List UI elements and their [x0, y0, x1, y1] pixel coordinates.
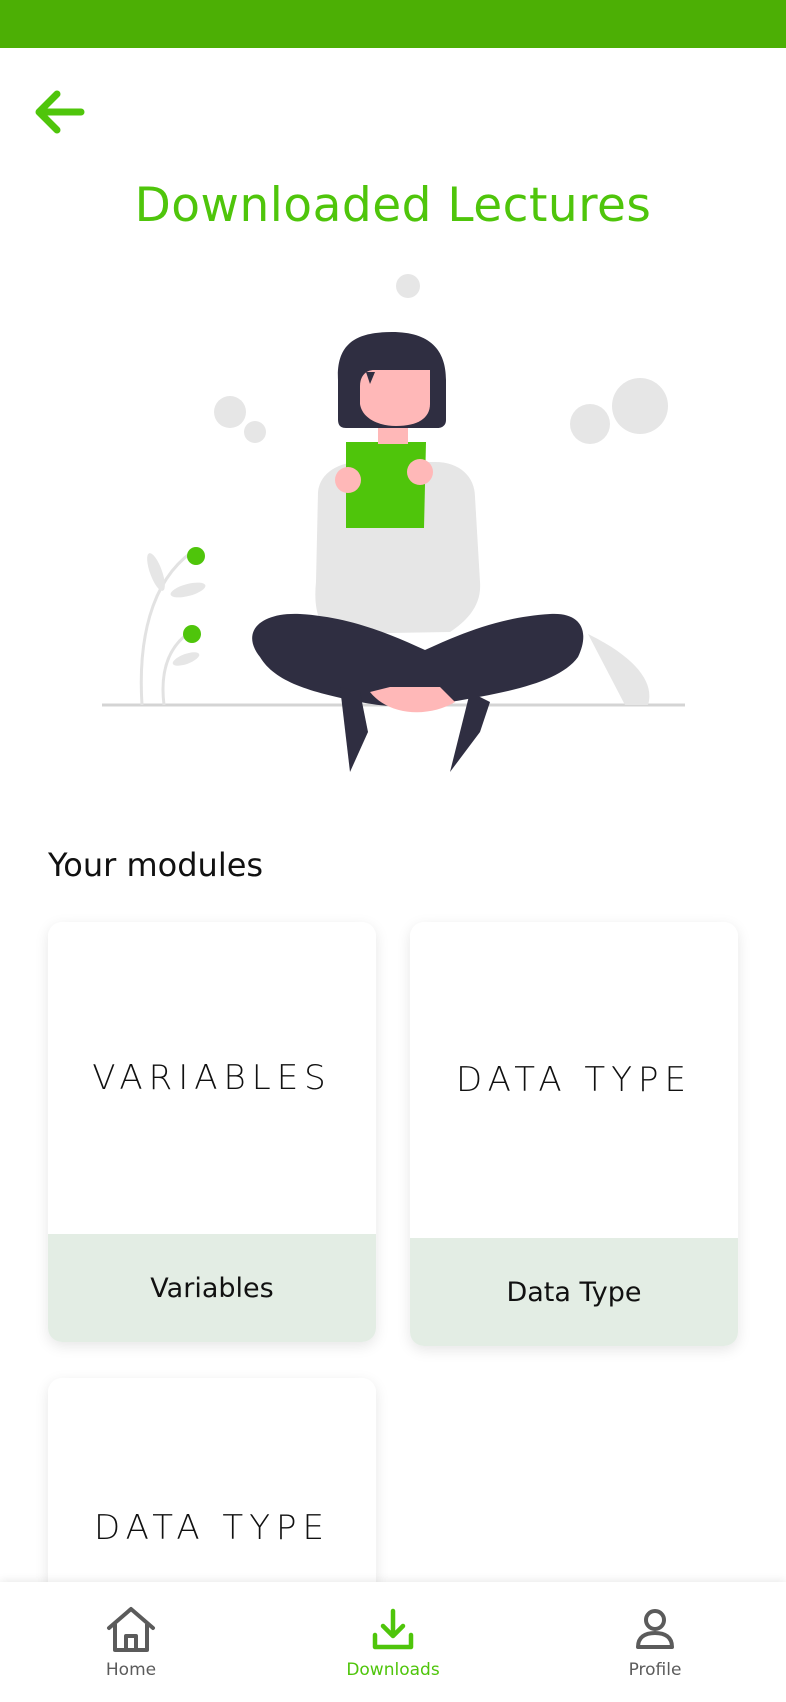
- reading-person-illustration: [102, 274, 685, 772]
- back-arrow-icon: [35, 90, 85, 134]
- nav-item-downloads[interactable]: Downloads: [303, 1582, 483, 1702]
- nav-label-home: Home: [105, 1660, 157, 1680]
- module-card-data-type[interactable]: DATA TYPE Data Type: [410, 922, 738, 1346]
- nav-label-downloads: Downloads: [346, 1660, 440, 1680]
- back-button[interactable]: [26, 84, 90, 140]
- module-label: Data Type: [410, 1238, 738, 1346]
- page-title: Downloaded Lectures: [134, 178, 652, 233]
- module-thumbnail: DATA TYPE: [410, 922, 738, 1238]
- module-thumbnail: VARIABLES: [48, 922, 376, 1234]
- nav-label-profile: Profile: [628, 1660, 682, 1680]
- home-icon: [104, 1602, 158, 1656]
- module-card-variables[interactable]: VARIABLES Variables: [48, 922, 376, 1342]
- nav-item-profile[interactable]: Profile: [565, 1582, 745, 1702]
- status-bar: [0, 0, 786, 48]
- download-icon: [369, 1602, 417, 1656]
- module-label: Variables: [48, 1234, 376, 1342]
- section-heading: Your modules: [48, 846, 264, 884]
- profile-icon: [631, 1602, 679, 1656]
- bottom-navigation: Home Downloads Profile: [0, 1582, 786, 1702]
- nav-item-home[interactable]: Home: [41, 1582, 221, 1702]
